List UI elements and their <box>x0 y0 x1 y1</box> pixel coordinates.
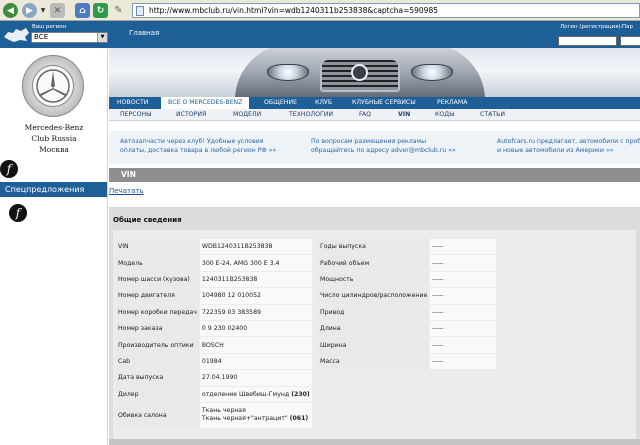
address-bar[interactable]: http://www.mbclub.ru/vin.html?vin=wdb124… <box>132 3 640 18</box>
page-icon <box>136 6 144 16</box>
stop-icon[interactable]: ✕ <box>50 3 65 18</box>
table-row: Номер двигателя 104980 12 010052 <box>116 288 312 304</box>
subnav-models[interactable]: МОДЕЛИ <box>233 109 261 121</box>
subnav-codes[interactable]: КОДЫ <box>435 109 455 121</box>
general-info-box: VIN WDB1240311B253838 Модель 300 E-24, AMG… <box>113 230 636 439</box>
subnav-vin[interactable]: VIN <box>398 109 410 121</box>
table-row: Дата выпуска 27.04.1990 <box>116 370 312 386</box>
table-row: Номер заказа 0 9 230 02400 <box>116 320 312 337</box>
print-link[interactable]: Печатать <box>109 187 144 195</box>
table-row: Ширина ----- <box>318 337 496 353</box>
hero-banner <box>109 48 640 97</box>
chevron-down-icon: ▼ <box>97 33 107 42</box>
flash-icon: f <box>9 204 27 222</box>
subnav-articles[interactable]: СТАТЬИ <box>480 109 505 121</box>
address-bar-url: http://www.mbclub.ru/vin.html?vin=wdb124… <box>149 6 438 15</box>
nav-club[interactable]: КЛУБ <box>315 97 332 109</box>
general-info-panel: Общие сведения VIN WDB1240311B253838 Моде… <box>109 207 640 445</box>
table-row: Рабочий объем ----- <box>318 255 496 271</box>
password-label: Пар <box>622 24 633 30</box>
refresh-icon[interactable]: ↻ <box>93 3 108 18</box>
subnav-faq[interactable]: FAQ <box>359 109 371 121</box>
table-row: Мощность ----- <box>318 271 496 288</box>
table-row: Масса ----- <box>318 353 496 370</box>
login-label: Логин (регистрация): <box>560 24 623 30</box>
nav-club-services[interactable]: КЛУБНЫЕ СЕРВИСЫ <box>352 97 416 109</box>
mercedes-emblem-icon <box>351 64 368 81</box>
car-image <box>235 48 485 97</box>
mercedes-star-icon <box>36 69 70 103</box>
club-name-line3: Москва <box>39 145 69 154</box>
club-name-line1: Mercedes-Benz <box>24 123 84 132</box>
table-row: Дилер отделение Швебиш-Гмунд (230) <box>116 386 312 402</box>
password-input[interactable] <box>620 36 640 46</box>
subnav-history[interactable]: ИСТОРИЯ <box>176 109 206 121</box>
table-row: VIN WDB1240311B253838 <box>116 239 312 255</box>
special-offers-button[interactable]: Спецпредложения <box>0 182 107 197</box>
table-row: Номер шасси (кузова) 1240311B253838 <box>116 271 312 288</box>
table-row: Номер коробки передач 722359 03 383589 <box>116 304 312 320</box>
specs-right-table: Годы выпуска ----- Рабочий объем ----- Мощ… <box>317 238 497 370</box>
flash-icon: f <box>0 160 18 178</box>
ad-link-autofcars[interactable]: Autofcars.ru предлагает, автомобили с пр… <box>497 137 640 155</box>
ad-link-parts[interactable]: Автозапчасти через клуб! Удобные условия… <box>120 137 276 155</box>
back-icon[interactable]: ◀ <box>3 3 18 18</box>
ad-link-advertising[interactable]: По вопросам размещения рекламы обращайте… <box>311 137 456 155</box>
secondary-nav: ПЕРСОНЫ ИСТОРИЯ МОДЕЛИ ТЕХНОЛОГИИ FAQ VI… <box>109 109 640 121</box>
nav-advertising[interactable]: РЕКЛАМА <box>437 97 468 109</box>
table-row: Модель 300 E-24, AMG 300 E 3.4 <box>116 255 312 271</box>
region-select[interactable]: ВСЕ ▼ <box>31 32 108 43</box>
dropdown-icon[interactable]: ▼ <box>39 3 47 18</box>
club-name-line2: Club Russia <box>31 134 77 143</box>
region-label: Ваш регион <box>32 24 67 30</box>
subnav-technologies[interactable]: ТЕХНОЛОГИИ <box>289 109 333 121</box>
club-logo <box>22 55 84 117</box>
primary-nav: НОВОСТИ ВСЕ О MERCEDES-BENZ ОБЩЕНИЕ КЛУБ… <box>109 97 640 109</box>
home-link[interactable]: Главная <box>129 29 159 37</box>
site-header: Ваш регион ВСЕ ▼ Главная Логин (регистра… <box>0 21 640 48</box>
nav-all-about-mercedes[interactable]: ВСЕ О MERCEDES-BENZ <box>161 97 250 109</box>
nav-communication[interactable]: ОБЩЕНИЕ <box>264 97 297 109</box>
table-row: Число цилиндров/расположение ----- <box>318 288 496 304</box>
table-row: Длина ----- <box>318 320 496 337</box>
headlight-right <box>411 64 453 81</box>
table-row: Привод ----- <box>318 304 496 320</box>
headlight-left <box>267 64 309 81</box>
russia-map-icon <box>4 28 29 42</box>
table-row: Производитель оптики BOSCH <box>116 337 312 353</box>
forward-icon[interactable]: ▶ <box>22 3 37 18</box>
specs-left-table: VIN WDB1240311B253838 Модель 300 E-24, AMG… <box>115 238 313 429</box>
ad-strip: Автозапчасти через клуб! Удобные условия… <box>109 131 640 164</box>
subnav-persons[interactable]: ПЕРСОНЫ <box>120 109 152 121</box>
sidebar: Mercedes-Benz Club Russia Москва f f <box>0 48 108 445</box>
table-row: Обивка салона Ткань черная Ткань черная+"а… <box>116 402 312 428</box>
table-row: Cab 01984 <box>116 353 312 370</box>
home-icon[interactable]: ⌂ <box>75 3 90 18</box>
vin-title-bar: VIN <box>109 168 640 182</box>
general-info-heading: Общие сведения <box>113 216 182 224</box>
tools-icon[interactable]: ✎ <box>111 3 126 18</box>
login-input[interactable] <box>558 36 617 46</box>
browser-toolbar: ◀ ▶ ▼ ✕ ⌂ ↻ ✎ http://www.mbclub.ru/vin.h… <box>0 0 640 21</box>
region-select-value: ВСЕ <box>34 33 49 41</box>
nav-news[interactable]: НОВОСТИ <box>117 97 148 109</box>
bottom-strip <box>109 439 640 445</box>
table-row: Годы выпуска ----- <box>318 239 496 255</box>
